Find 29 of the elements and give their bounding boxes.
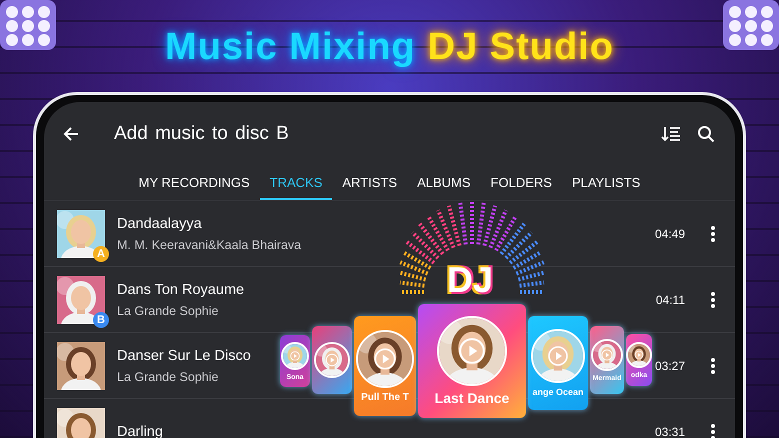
- tab[interactable]: FOLDERS: [480, 166, 562, 200]
- play-icon[interactable]: [634, 350, 644, 359]
- disc-badge: A: [93, 246, 109, 262]
- tab[interactable]: ARTISTS: [332, 166, 408, 200]
- disc-badge: B: [93, 312, 109, 328]
- track-title: Danser Sur Le Disco: [117, 348, 251, 364]
- tab[interactable]: PLAYLISTS: [562, 166, 650, 200]
- play-icon[interactable]: [374, 348, 396, 370]
- card-label: Pull The T: [361, 392, 409, 402]
- card-label: ange Ocean: [532, 387, 584, 397]
- track-title: Dans Ton Royaume: [117, 282, 244, 298]
- play-icon[interactable]: [458, 338, 486, 364]
- card-label: Last Dance: [434, 390, 510, 406]
- track-duration: 04:49: [654, 226, 685, 240]
- tab[interactable]: MY RECORDINGS: [128, 166, 260, 200]
- dj-logo: DJ: [447, 262, 494, 298]
- track-artist: M. M. Keeravani&Kaala Bhairava: [117, 238, 302, 252]
- track-duration: 04:11: [656, 292, 685, 306]
- neon-title: Music Mixing: [165, 26, 416, 68]
- tab[interactable]: TRACKS: [260, 166, 332, 200]
- track-artist: La Grande Sophie: [117, 304, 218, 318]
- track-title: Dandaalayya: [117, 216, 202, 232]
- track-artist: La Grande Sophie: [117, 370, 218, 384]
- album-card[interactable]: [312, 326, 352, 394]
- track-duration: 03:27: [654, 358, 685, 372]
- neon-title: DJ Studio: [428, 26, 614, 68]
- screen-title: Add music to disc B: [114, 123, 290, 145]
- track-duration: 03:31: [654, 424, 685, 438]
- tab[interactable]: ALBUMS: [407, 166, 481, 200]
